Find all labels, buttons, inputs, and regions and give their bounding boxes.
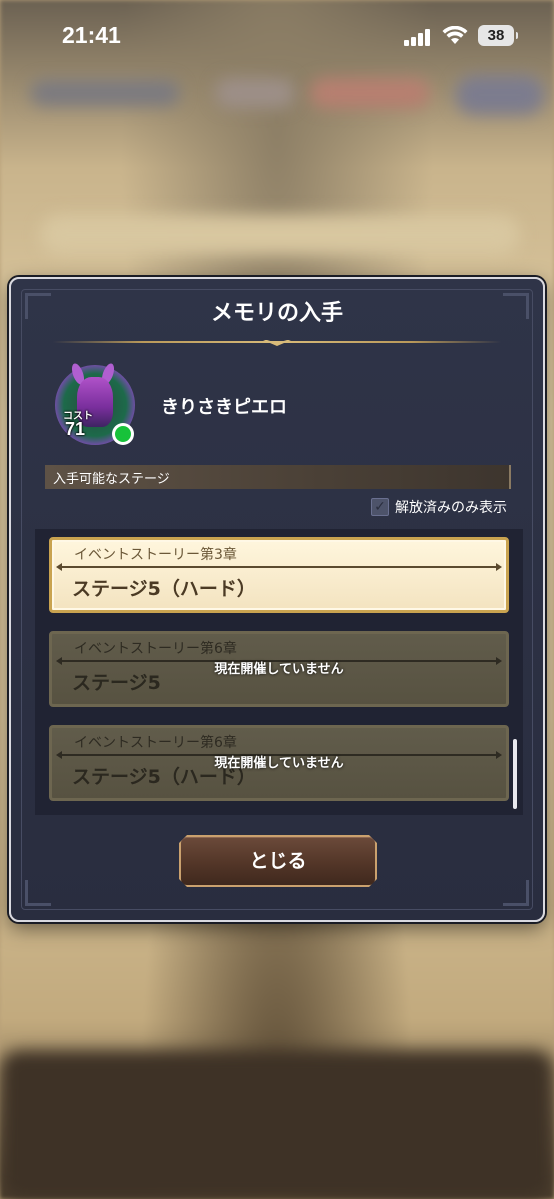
- blurred-header-element: [455, 75, 545, 115]
- stage-list[interactable]: イベントストーリー第3章 ステージ5（ハード） イベントストーリー第6章 ステー…: [35, 529, 523, 815]
- blurred-footer: [0, 1050, 554, 1199]
- dialog-title: メモリの入手: [210, 301, 343, 326]
- blurred-header-element: [30, 80, 180, 106]
- stage-chapter: イベントストーリー第3章: [74, 547, 237, 563]
- monster-medal-avatar[interactable]: コスト 71: [55, 361, 135, 445]
- section-header: 入手可能なステージ: [45, 465, 511, 489]
- stage-item[interactable]: イベントストーリー第6章 ステージ5 現在開催していません: [49, 631, 509, 707]
- stage-item[interactable]: イベントストーリー第3章 ステージ5（ハード）: [49, 537, 509, 613]
- status-indicator-icon: [112, 423, 134, 445]
- memory-acquisition-dialog: メモリの入手 コスト 71 きりさきピエロ 入手可能なステージ ✓ 解放済みのみ…: [9, 277, 545, 922]
- checkbox-icon[interactable]: ✓: [371, 498, 389, 516]
- clock: 21:41: [62, 22, 121, 48]
- not-available-notice: 現在開催していません: [214, 756, 344, 771]
- divider-ornament-icon: [263, 340, 291, 346]
- frame-ornament: [25, 880, 51, 906]
- unlocked-only-filter[interactable]: ✓ 解放済みのみ表示: [371, 497, 507, 517]
- stage-item[interactable]: イベントストーリー第6章 ステージ5（ハード） 現在開催していません: [49, 725, 509, 801]
- not-available-notice: 現在開催していません: [214, 662, 344, 677]
- wifi-icon: [442, 26, 468, 44]
- stage-title: ステージ5（ハード）: [72, 578, 256, 600]
- stage-chapter: イベントストーリー第6章: [74, 735, 237, 751]
- list-scrollbar[interactable]: [513, 739, 517, 809]
- cellular-signal-icon: [404, 28, 434, 46]
- monster-name: きりさきピエロ: [161, 397, 287, 418]
- cost-value: 71: [65, 419, 86, 439]
- stage-chapter: イベントストーリー第6章: [74, 641, 237, 657]
- blurred-banner: [40, 215, 520, 255]
- filter-label: 解放済みのみ表示: [395, 500, 507, 516]
- section-header-label: 入手可能なステージ: [53, 472, 170, 487]
- blurred-header-element: [215, 78, 295, 108]
- stage-divider: [56, 563, 502, 571]
- battery-icon: 38: [478, 25, 518, 46]
- frame-ornament: [503, 880, 529, 906]
- status-bar: 21:41 38: [0, 0, 554, 70]
- close-button[interactable]: とじる: [179, 835, 377, 887]
- blurred-header-element: [310, 78, 430, 108]
